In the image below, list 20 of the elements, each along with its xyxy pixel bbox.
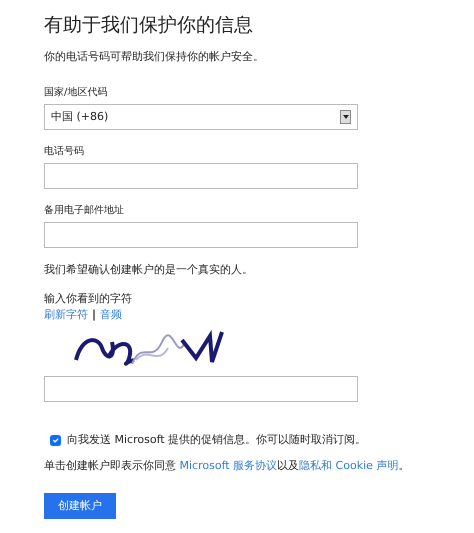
field-label: 国家/地区代码: [44, 86, 108, 100]
captcha-label: 输入你看到的字符: [44, 290, 133, 307]
terms-link[interactable]: 隐私和 Cookie 声明: [299, 459, 398, 472]
verify-note: 我们希望确认创建帐户的是一个真实的人。: [44, 262, 254, 278]
captcha-link[interactable]: 音频: [100, 307, 122, 324]
field-label: 电话号码: [44, 144, 85, 160]
terms-link[interactable]: Microsoft 服务协议: [180, 459, 278, 472]
subtitle-text: 你的电话号码可帮助我们保持你的帐户安全。: [44, 48, 265, 65]
link-separator: |: [92, 307, 96, 324]
input-field[interactable]: [44, 163, 358, 190]
input-field[interactable]: [44, 376, 358, 402]
promo-label: 向我发送 Microsoft 提供的促销信息。你可以随时取消订阅。: [67, 432, 366, 448]
promo-checkbox[interactable]: [50, 434, 61, 446]
country-select[interactable]: 中国 (+86): [44, 104, 358, 130]
field-label: 备用电子邮件地址: [44, 204, 125, 218]
create-account-button[interactable]: 创建帐户: [44, 492, 116, 520]
captcha-link[interactable]: 刷新字符: [44, 307, 88, 324]
input-field[interactable]: [44, 222, 358, 248]
page-title: 有助于我们保护你的信息: [44, 14, 254, 37]
terms-text: 单击创建帐户即表示你同意 Microsoft 服务协议以及隐私和 Cookie 声明。: [44, 458, 410, 474]
